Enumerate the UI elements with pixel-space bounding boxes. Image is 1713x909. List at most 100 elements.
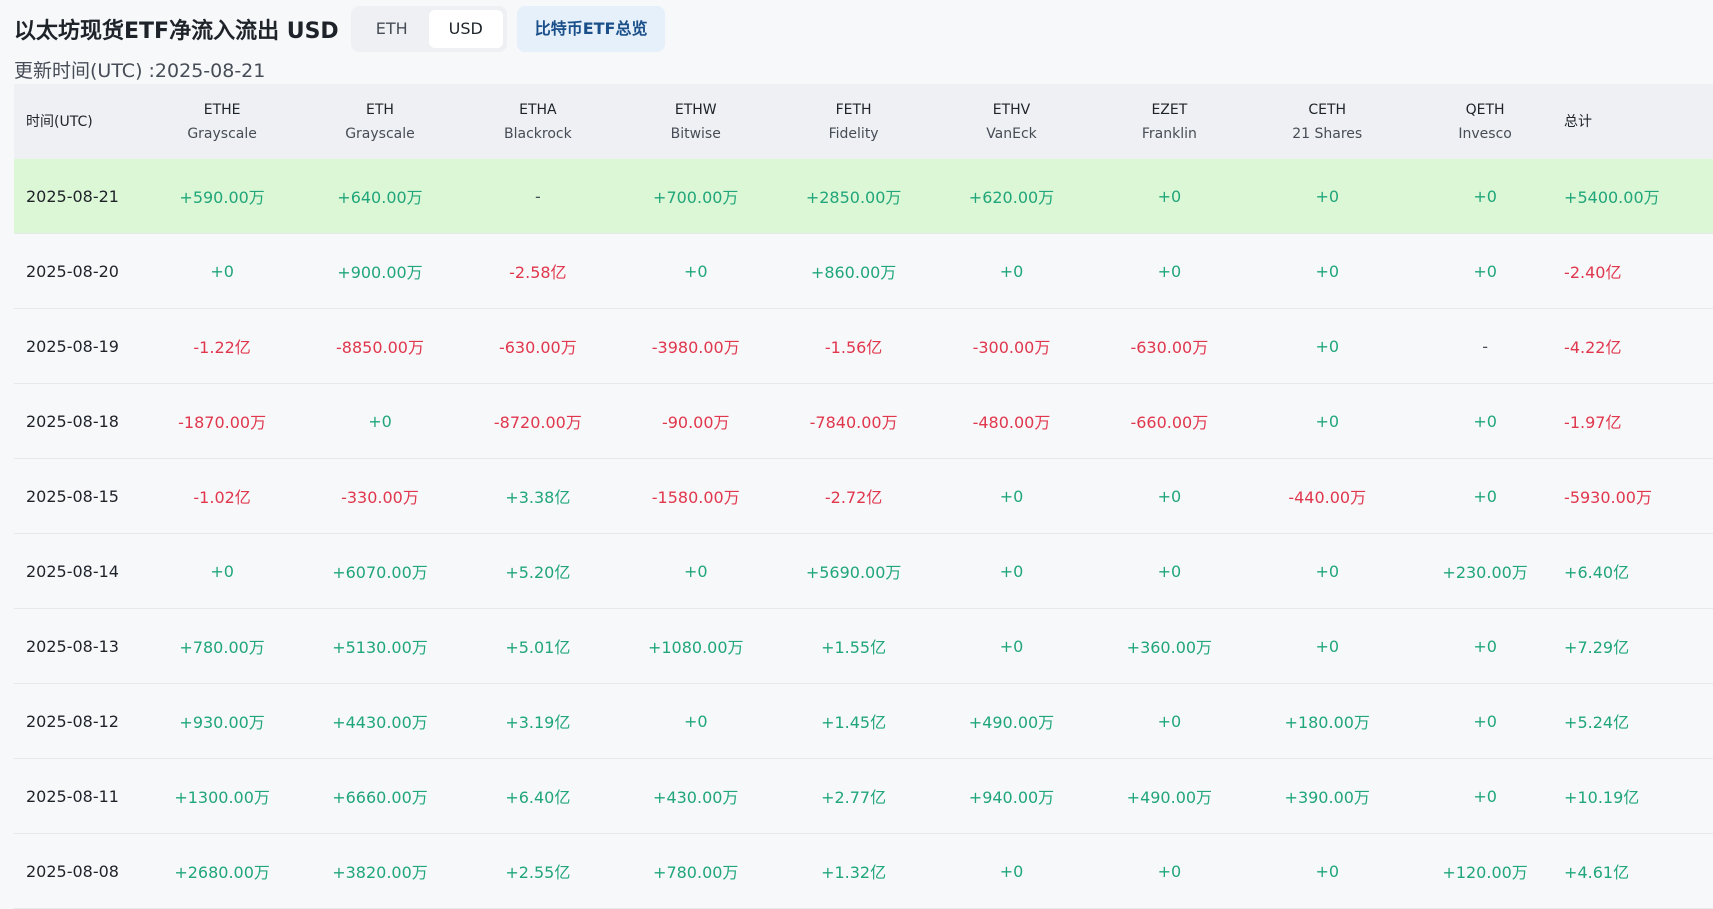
table-row: 2025-08-11 +1300.00万 +6660.00万 +6.40亿 +430.0… bbox=[14, 759, 1713, 834]
flow-cell-etha: -630.00万 bbox=[498, 338, 577, 357]
etf-column-header-ethv: ETHV VanEck bbox=[933, 98, 1091, 146]
flow-cell-eth: +640.00万 bbox=[337, 188, 423, 207]
etf-issuer: Grayscale bbox=[187, 125, 257, 142]
flow-cell-ethw: +780.00万 bbox=[653, 863, 739, 882]
flow-cell-etha: -2.58亿 bbox=[509, 263, 567, 282]
flow-cell-qeth: +0 bbox=[1473, 711, 1497, 731]
flow-cell-qeth: +0 bbox=[1473, 636, 1497, 656]
flow-cell-ezet: +0 bbox=[1157, 861, 1182, 881]
flow-cell-ethv: +620.00万 bbox=[968, 188, 1055, 207]
etf-column-header-qeth: QETH Invesco bbox=[1406, 98, 1564, 146]
flow-cell-ethw: +700.00万 bbox=[653, 188, 739, 207]
row-date: 2025-08-12 bbox=[26, 711, 119, 731]
row-total: +10.19亿 bbox=[1564, 788, 1640, 807]
flow-cell-eth: +4430.00万 bbox=[332, 713, 428, 732]
table-row: 2025-08-19 -1.22亿 -8850.00万 -630.00万 -3980.0… bbox=[14, 309, 1713, 384]
flow-cell-ethw: +430.00万 bbox=[653, 788, 739, 807]
row-date: 2025-08-20 bbox=[26, 261, 119, 281]
flow-cell-etha: +3.38亿 bbox=[505, 488, 571, 507]
table-row: 2025-08-15 -1.02亿 -330.00万 +3.38亿 -1580.00万 -… bbox=[14, 459, 1713, 534]
flow-cell-ethw: -1580.00万 bbox=[651, 488, 740, 507]
etf-column-header-ezet: EZET Franklin bbox=[1090, 98, 1248, 146]
table-row: 2025-08-14 +0 +6070.00万 +5.20亿 +0 +5690.00万 +0… bbox=[14, 534, 1713, 609]
toggle-eth-button[interactable]: ETH bbox=[355, 10, 429, 48]
flow-cell-ethw: -90.00万 bbox=[661, 413, 730, 432]
etf-ticker: ETHA bbox=[519, 101, 557, 118]
etf-issuer: 21 Shares bbox=[1292, 125, 1363, 142]
flow-cell-ceth: +0 bbox=[1315, 261, 1340, 281]
flow-cell-ceth: +0 bbox=[1315, 561, 1340, 581]
table-body: 2025-08-21 +590.00万 +640.00万 - +700.00万 +2850… bbox=[14, 159, 1713, 909]
flow-cell-feth: +860.00万 bbox=[810, 263, 897, 282]
flow-cell-feth: -7840.00万 bbox=[809, 413, 898, 432]
flow-cell-ceth: +180.00万 bbox=[1284, 713, 1370, 732]
flow-cell-ezet: +0 bbox=[1157, 711, 1182, 731]
table-row: 2025-08-20 +0 +900.00万 -2.58亿 +0 +860.00万 +0 +0… bbox=[14, 234, 1713, 309]
flow-cell-ethv: +0 bbox=[999, 261, 1024, 281]
row-date: 2025-08-14 bbox=[26, 561, 119, 581]
flow-cell-ethe: +0 bbox=[210, 261, 234, 281]
flow-cell-ceth: +0 bbox=[1315, 861, 1340, 881]
flow-cell-ethv: +490.00万 bbox=[968, 713, 1055, 732]
flow-cell-ethv: +940.00万 bbox=[968, 788, 1055, 807]
row-total: +7.29亿 bbox=[1564, 638, 1630, 657]
flow-cell-qeth: +0 bbox=[1473, 186, 1497, 206]
flow-cell-ceth: +390.00万 bbox=[1284, 788, 1370, 807]
date-column-header: 时间(UTC) bbox=[26, 113, 93, 130]
row-total: +5.24亿 bbox=[1564, 713, 1630, 732]
table-row: 2025-08-12 +930.00万 +4430.00万 +3.19亿 +0 +1.45… bbox=[14, 684, 1713, 759]
flow-cell-qeth: +230.00万 bbox=[1442, 563, 1528, 582]
flow-cell-ezet: +360.00万 bbox=[1126, 638, 1213, 657]
row-date: 2025-08-08 bbox=[26, 861, 119, 881]
etf-flow-table: 时间(UTC) ETHE Grayscale ETH Grayscale ETHA Bla… bbox=[14, 84, 1713, 909]
flow-cell-etha: +6.40亿 bbox=[505, 788, 571, 807]
etf-column-header-ceth: CETH 21 Shares bbox=[1248, 98, 1406, 146]
flow-cell-feth: +1.32亿 bbox=[821, 863, 887, 882]
flow-cell-ethe: +0 bbox=[210, 561, 234, 581]
row-date: 2025-08-19 bbox=[26, 336, 119, 356]
flow-cell-qeth: - bbox=[1482, 336, 1488, 356]
etf-issuer: VanEck bbox=[986, 125, 1037, 142]
flow-cell-eth: +6070.00万 bbox=[332, 563, 428, 582]
btc-etf-overview-button[interactable]: 比特币ETF总览 bbox=[516, 6, 666, 52]
etf-column-header-feth: FETH Fidelity bbox=[775, 98, 933, 146]
flow-cell-ethe: +590.00万 bbox=[179, 188, 265, 207]
flow-cell-eth: +5130.00万 bbox=[332, 638, 428, 657]
row-total: +5400.00万 bbox=[1564, 188, 1660, 207]
row-total: -2.40亿 bbox=[1564, 263, 1622, 282]
flow-cell-ezet: +490.00万 bbox=[1126, 788, 1213, 807]
flow-cell-eth: +3820.00万 bbox=[332, 863, 428, 882]
flow-cell-ethe: +780.00万 bbox=[179, 638, 265, 657]
flow-cell-etha: +2.55亿 bbox=[505, 863, 571, 882]
table-row: 2025-08-13 +780.00万 +5130.00万 +5.01亿 +1080.0… bbox=[14, 609, 1713, 684]
row-date: 2025-08-15 bbox=[26, 486, 119, 506]
flow-cell-feth: +1.45亿 bbox=[821, 713, 887, 732]
row-date: 2025-08-13 bbox=[26, 636, 119, 656]
flow-cell-feth: +2850.00万 bbox=[805, 188, 902, 207]
flow-cell-etha: +3.19亿 bbox=[505, 713, 571, 732]
etf-column-header-ethe: ETHE Grayscale bbox=[143, 98, 301, 146]
flow-cell-ezet: -660.00万 bbox=[1130, 413, 1209, 432]
flow-cell-ethv: +0 bbox=[999, 561, 1024, 581]
table-row: 2025-08-18 -1870.00万 +0 -8720.00万 -90.00万 -78… bbox=[14, 384, 1713, 459]
row-total: -5930.00万 bbox=[1564, 488, 1652, 507]
page-title: 以太坊现货ETF净流入流出 USD bbox=[14, 19, 339, 44]
flow-cell-ceth: +0 bbox=[1315, 636, 1340, 656]
flow-cell-ezet: +0 bbox=[1157, 561, 1182, 581]
flow-cell-etha: -8720.00万 bbox=[493, 413, 582, 432]
row-total: -1.97亿 bbox=[1564, 413, 1622, 432]
flow-cell-ezet: +0 bbox=[1157, 486, 1182, 506]
row-date: 2025-08-18 bbox=[26, 411, 119, 431]
flow-cell-ethw: +0 bbox=[683, 261, 708, 281]
flow-cell-ethe: -1870.00万 bbox=[178, 413, 267, 432]
etf-issuer: Invesco bbox=[1458, 125, 1512, 142]
toggle-usd-button[interactable]: USD bbox=[428, 10, 503, 48]
etf-ticker: ETHE bbox=[203, 101, 241, 118]
table-header-row: 时间(UTC) ETHE Grayscale ETH Grayscale ETHA Bla… bbox=[14, 84, 1713, 159]
etf-issuer: Grayscale bbox=[345, 125, 415, 142]
flow-cell-ethv: +0 bbox=[999, 486, 1024, 506]
flow-cell-ethw: -3980.00万 bbox=[651, 338, 740, 357]
flow-cell-feth: -2.72亿 bbox=[824, 488, 883, 507]
flow-cell-qeth: +0 bbox=[1473, 786, 1497, 806]
etf-ticker: ETHV bbox=[992, 101, 1031, 118]
